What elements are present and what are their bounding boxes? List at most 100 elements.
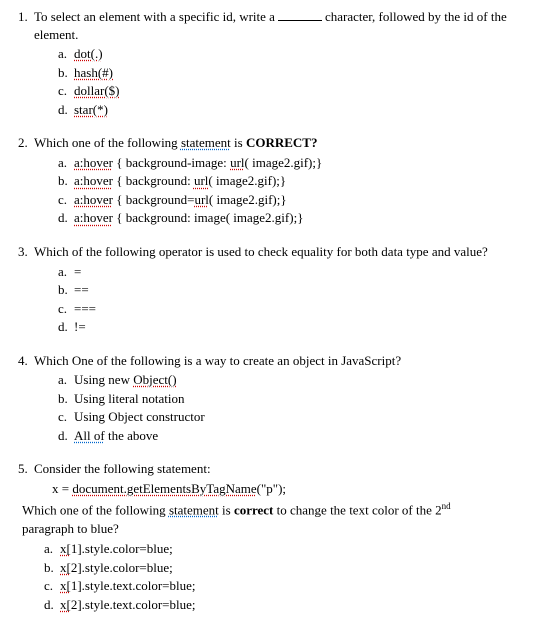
l2-post: to change the text color of the 2 (273, 502, 441, 517)
opt-label: c. (58, 82, 74, 100)
opt-post: the above (105, 428, 158, 443)
q5-code: x = document.getElementsByTagName("p"); (12, 480, 526, 498)
q3-num: 3. (18, 243, 34, 261)
question-3: 3.Which of the following operator is use… (12, 243, 526, 336)
q1-options: a.dot(.) b.hash(#) c.dollar($) d.star(*) (12, 45, 526, 118)
q2-after: is (231, 135, 246, 150)
q4-opt-c: c.Using Object constructor (58, 408, 526, 426)
opt-text: Using literal notation (74, 391, 184, 406)
question-5-text: 5.Consider the following statement: (12, 460, 526, 478)
opt-post: 2].style.text.color=blue; (71, 597, 196, 612)
l3: paragraph to blue? (22, 521, 119, 536)
l2-b: correct (234, 502, 273, 517)
opt-text: == (74, 282, 89, 297)
q5-options: a.x[1].style.color=blue; b.x[2].style.co… (12, 540, 526, 613)
l2-sup: nd (442, 501, 451, 511)
q3-opt-b: b.== (58, 281, 526, 299)
q5-opt-c: c.x[1].style.text.color=blue; (44, 577, 526, 595)
q5-opt-b: b.x[2].style.color=blue; (44, 559, 526, 577)
q4-opt-b: b.Using literal notation (58, 390, 526, 408)
opt-label: d. (44, 596, 60, 614)
opt-label: c. (58, 191, 74, 209)
opt-end: ( image2.gif);} (209, 192, 287, 207)
opt-label: b. (58, 281, 74, 299)
q1-num: 1. (18, 8, 34, 26)
opt-label: d. (58, 209, 74, 227)
question-4-text: 4.Which One of the following is a way to… (12, 352, 526, 370)
q2-before: Which one of the following (34, 135, 181, 150)
question-3-text: 3.Which of the following operator is use… (12, 243, 526, 261)
opt-text: === (74, 301, 96, 316)
opt-text: Using Object constructor (74, 409, 205, 424)
q2-correct: CORRECT? (246, 135, 318, 150)
opt-u2: url (230, 155, 244, 170)
opt-label: d. (58, 101, 74, 119)
opt-label: a. (58, 45, 74, 63)
opt-end: ( image2.gif);} (208, 173, 286, 188)
q5-opt-d: d.x[2].style.text.color=blue; (44, 596, 526, 614)
opt-u: x[ (60, 578, 71, 593)
q4-opt-d: d.All of the above (58, 427, 526, 445)
opt-text: hash(#) (74, 65, 113, 80)
opt-post: 2].style.color=blue; (71, 560, 173, 575)
opt-label: a. (58, 154, 74, 172)
opt-u1: a:hover (74, 192, 113, 207)
q3-options: a.= b.== c.=== d.!= (12, 263, 526, 336)
q2-opt-b: b.a:hover { background: url( image2.gif)… (58, 172, 526, 190)
opt-text: = (74, 264, 81, 279)
q2-num: 2. (18, 134, 34, 152)
code-pre: x = (52, 481, 72, 496)
q4-options: a.Using new Object() b.Using literal not… (12, 371, 526, 444)
opt-u: x[ (60, 560, 71, 575)
opt-text: dollar($) (74, 83, 119, 98)
opt-label: c. (58, 408, 74, 426)
q3-opt-a: a.= (58, 263, 526, 281)
opt-u2: url (194, 192, 208, 207)
opt-mid: { background-image: (113, 155, 230, 170)
opt-u1: a:hover (74, 155, 113, 170)
opt-mid: { background: (113, 173, 194, 188)
q4-text: Which One of the following is a way to c… (34, 353, 401, 368)
l2-pre: Which one of the following (22, 502, 169, 517)
q1-before: To select an element with a specific id,… (34, 9, 275, 24)
opt-u1: a:hover (74, 210, 113, 225)
q1-opt-a: a.dot(.) (58, 45, 526, 63)
q2-stmt: statement (181, 135, 231, 150)
q1-opt-d: d.star(*) (58, 101, 526, 119)
opt-u: x[ (60, 597, 71, 612)
opt-label: d. (58, 318, 74, 336)
opt-label: b. (58, 390, 74, 408)
q5-line2: Which one of the following statement is … (12, 500, 526, 519)
opt-label: c. (58, 300, 74, 318)
question-2-text: 2.Which one of the following statement i… (12, 134, 526, 152)
opt-pre: Using new (74, 372, 133, 387)
question-4: 4.Which One of the following is a way to… (12, 352, 526, 445)
q5-num: 5. (18, 460, 34, 478)
opt-text: star(*) (74, 102, 108, 117)
q3-opt-d: d.!= (58, 318, 526, 336)
opt-u1: a:hover (74, 173, 113, 188)
opt-post: 1].style.color=blue; (71, 541, 173, 556)
opt-u: x[ (60, 541, 71, 556)
opt-u2: url (194, 173, 208, 188)
opt-u: All of (74, 428, 105, 443)
q2-options: a.a:hover { background-image: url( image… (12, 154, 526, 227)
q2-opt-d: d.a:hover { background: image( image2.gi… (58, 209, 526, 227)
q3-opt-c: c.=== (58, 300, 526, 318)
question-1-text: 1.To select an element with a specific i… (12, 8, 526, 43)
opt-end: ( image2.gif);} (245, 155, 323, 170)
opt-label: b. (44, 559, 60, 577)
q2-opt-c: c.a:hover { background=url( image2.gif);… (58, 191, 526, 209)
opt-text: dot(.) (74, 46, 103, 61)
q2-opt-a: a.a:hover { background-image: url( image… (58, 154, 526, 172)
opt-label: a. (58, 263, 74, 281)
opt-label: c. (44, 577, 60, 595)
q4-num: 4. (18, 352, 34, 370)
q1-opt-b: b.hash(#) (58, 64, 526, 82)
q5-opt-a: a.x[1].style.color=blue; (44, 540, 526, 558)
code-post: ("p"); (257, 481, 286, 496)
opt-label: a. (58, 371, 74, 389)
code-u: document.getElementsByTagName (72, 481, 256, 496)
opt-mid: { background= (113, 192, 194, 207)
opt-label: b. (58, 64, 74, 82)
